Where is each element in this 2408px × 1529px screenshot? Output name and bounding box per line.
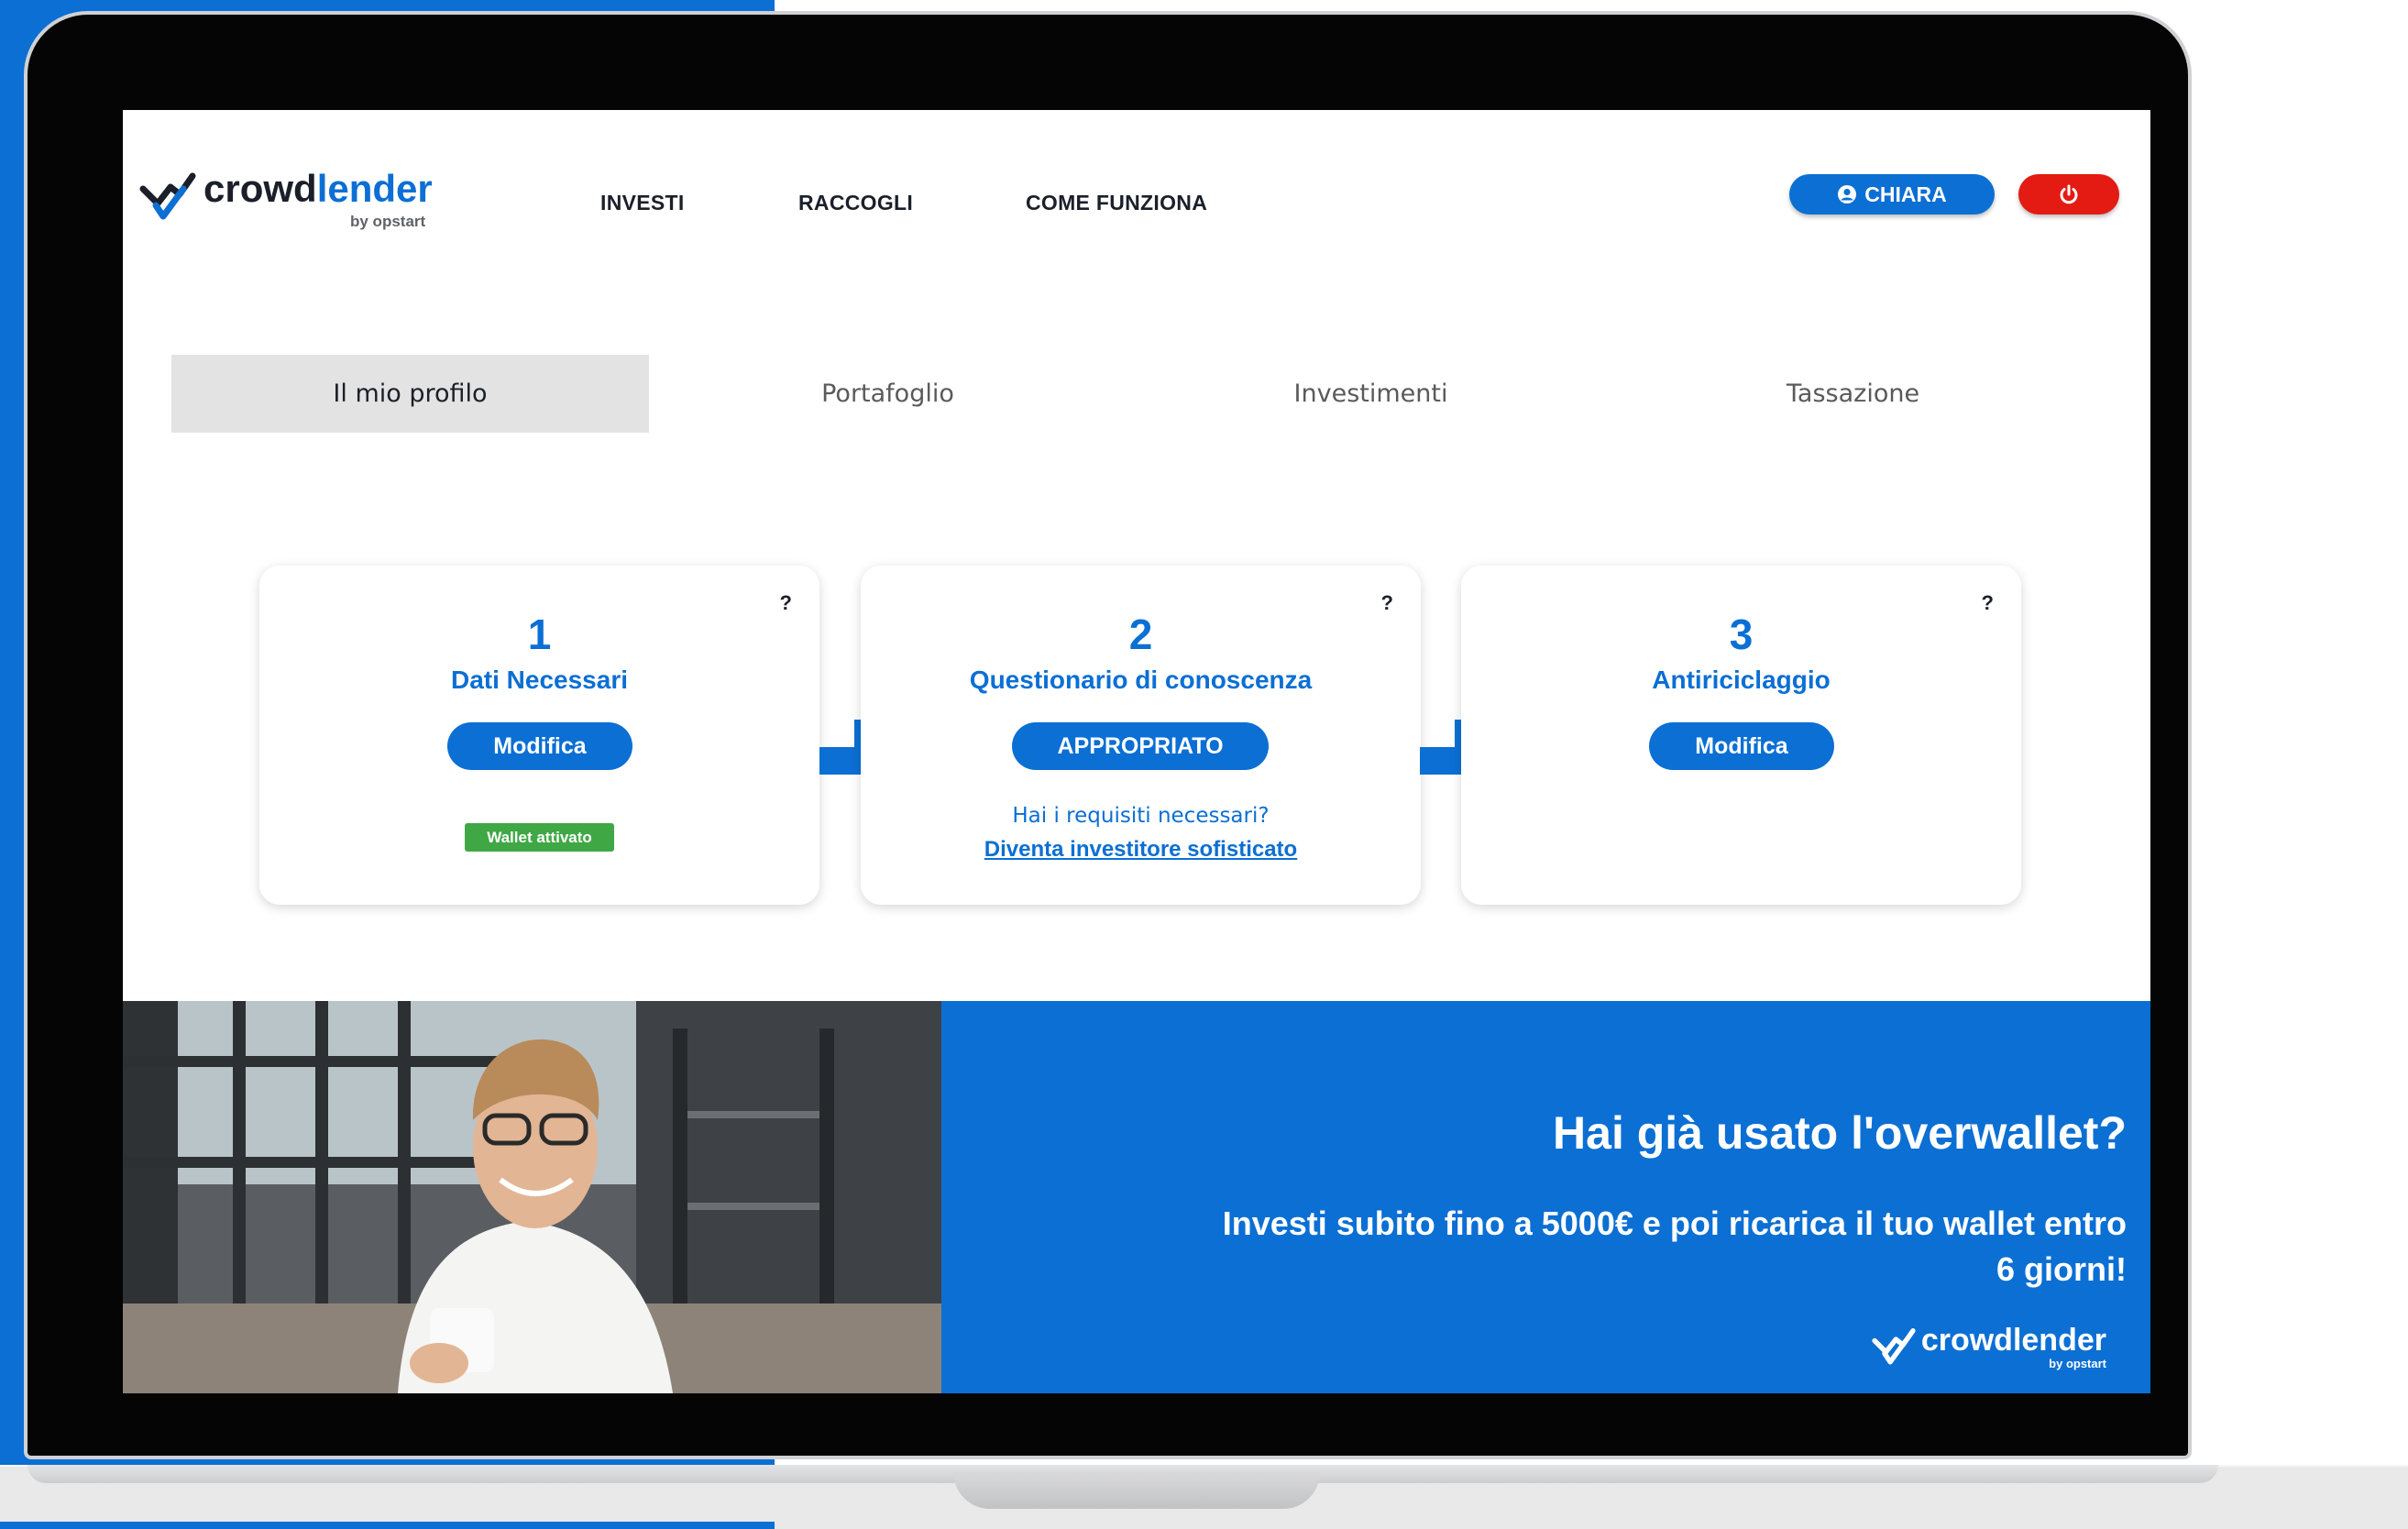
nav-come-funziona[interactable]: COME FUNZIONA <box>1026 191 1207 215</box>
step-number: 2 <box>1128 610 1153 658</box>
investitore-sofisticato-link[interactable]: Diventa investitore sofisticato <box>861 837 1421 863</box>
logout-button[interactable] <box>2018 174 2119 214</box>
appropriato-button[interactable]: APPROPRIATO <box>1012 722 1269 770</box>
nav-investi[interactable]: INVESTI <box>600 191 685 215</box>
step-title: Dati Necessari <box>450 666 628 694</box>
laptop-screen: crowdlender by opstart INVESTI RACCOGLI … <box>123 110 2150 1393</box>
laptop-hinge <box>953 1472 1320 1509</box>
step-number: 3 <box>1729 610 1754 658</box>
step-card-dati-necessari: ? 1 Dati Necessari Modifica Wallet attiv… <box>259 566 819 905</box>
laptop-frame: crowdlender by opstart INVESTI RACCOGLI … <box>24 11 2218 1509</box>
step-card-questionario: ? 2 Questionario di conoscenza APPROPRIA… <box>861 566 1421 905</box>
tab-investimenti[interactable]: Investimenti <box>1132 355 1610 433</box>
overwallet-banner[interactable]: Hai già usato l'overwallet? Investi subi… <box>941 1001 2150 1393</box>
logo-subtitle: by opstart <box>350 213 426 230</box>
step-number: 1 <box>527 610 552 658</box>
tab-il-mio-profilo[interactable]: Il mio profilo <box>171 355 649 433</box>
crowdlender-logo[interactable]: crowdlender by opstart <box>139 167 433 230</box>
power-icon <box>2060 184 2078 204</box>
wallet-status-badge: Wallet attivato <box>465 823 614 852</box>
tab-portafoglio[interactable]: Portafoglio <box>649 355 1127 433</box>
user-circle-icon <box>1838 185 1857 204</box>
banner-photo-man-with-coffee <box>123 1001 941 1393</box>
modifica-button[interactable]: Modifica <box>447 722 632 770</box>
desk-blue-strip <box>0 1522 775 1529</box>
modifica-button[interactable]: Modifica <box>1649 722 1834 770</box>
banner-logo-text: crowdlender <box>1920 1323 2106 1358</box>
user-name: CHIARA <box>1864 182 1947 206</box>
tab-tassazione[interactable]: Tassazione <box>1614 355 2092 433</box>
crowdlender-logo-icon <box>1872 1328 1916 1365</box>
crowdlender-logo-icon <box>139 172 196 220</box>
logo-wordmark: crowdlender <box>203 167 433 210</box>
step-title: Antiriciclaggio <box>1652 666 1831 694</box>
banner-crowdlender-logo: crowdlender by opstart <box>1872 1323 2106 1370</box>
banner-text: Investi subito fino a 5000€ e poi ricari… <box>1222 1204 2127 1288</box>
requisiti-hint: Hai i requisiti necessari? <box>1012 804 1270 828</box>
banner-logo-subtitle: by opstart <box>2049 1357 2106 1370</box>
user-profile-button[interactable]: CHIARA <box>1789 174 1995 214</box>
banner-title: Hai già usato l'overwallet? <box>1553 1107 2127 1159</box>
nav-raccogli[interactable]: RACCOGLI <box>798 191 913 215</box>
step-card-antiriciclaggio: ? 3 Antiriciclaggio Modifica <box>1461 566 2021 905</box>
step-title: Questionario di conoscenza <box>969 666 1313 694</box>
